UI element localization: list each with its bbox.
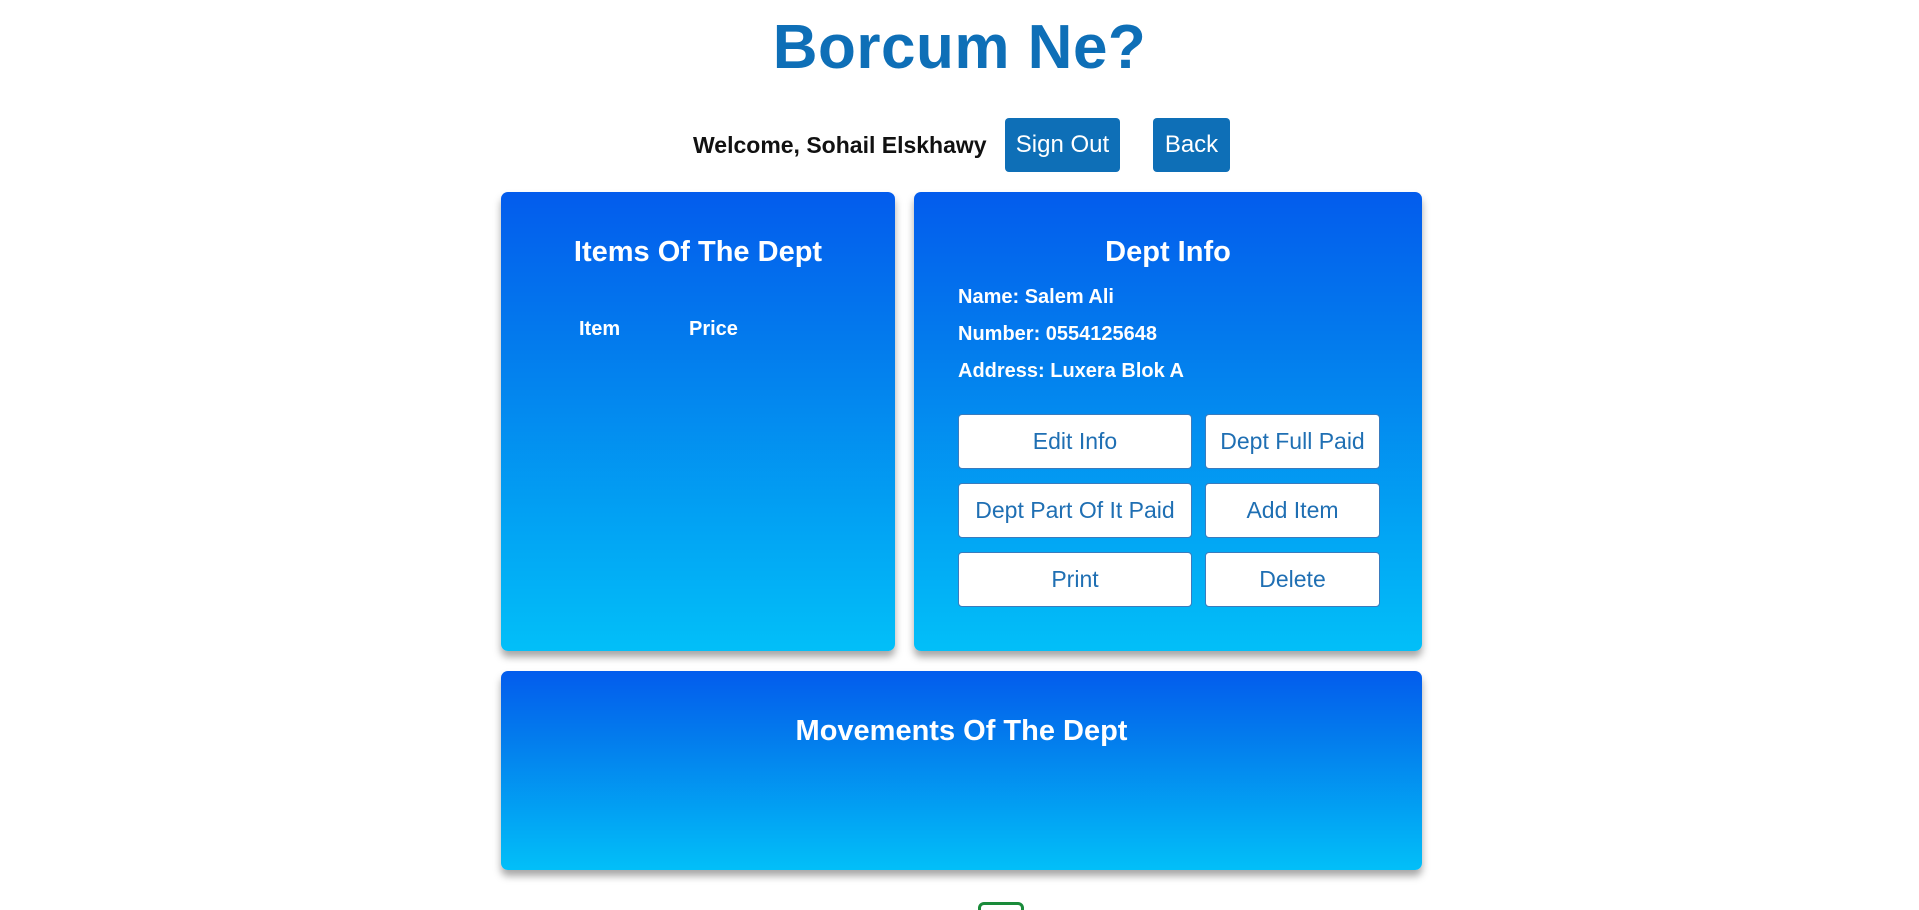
edit-info-button[interactable]: Edit Info [958, 414, 1192, 469]
welcome-text: Welcome, Sohail Elskhawy [693, 132, 987, 158]
dept-info-title: Dept Info [1105, 236, 1231, 268]
sign-out-button[interactable]: Sign Out [1005, 118, 1120, 172]
items-column-header-price: Price [689, 318, 738, 340]
dept-address: Address: Luxera Blok A [958, 360, 1184, 382]
movements-panel-title: Movements Of The Dept [795, 715, 1128, 747]
add-item-button[interactable]: Add Item [1205, 483, 1380, 538]
brackets-logo-icon [978, 902, 1078, 910]
print-button[interactable]: Print [958, 552, 1192, 607]
logo-bracket-shape [978, 902, 1024, 910]
movements-panel: Movements Of The Dept [501, 671, 1422, 870]
dept-number: Number: 0554125648 [958, 323, 1158, 345]
dept-full-paid-button[interactable]: Dept Full Paid [1205, 414, 1380, 469]
page: Borcum Ne? Welcome, Sohail Elskhawy Sign… [0, 0, 1919, 910]
user-bar: Welcome, Sohail Elskhawy Sign Out Back [0, 118, 1919, 172]
delete-button[interactable]: Delete [1205, 552, 1380, 607]
dept-part-paid-button[interactable]: Dept Part Of It Paid [958, 483, 1192, 538]
items-panel-title: Items Of The Dept [573, 236, 823, 268]
back-button[interactable]: Back [1153, 118, 1230, 172]
app-title: Borcum Ne? [772, 13, 1147, 82]
items-panel: Items Of The Dept Item Price [501, 192, 895, 651]
dept-info-panel: Dept Info Name: Salem Ali Number: 055412… [914, 192, 1422, 651]
dept-name: Name: Salem Ali [958, 286, 1114, 308]
items-column-header-item: Item [579, 318, 621, 340]
